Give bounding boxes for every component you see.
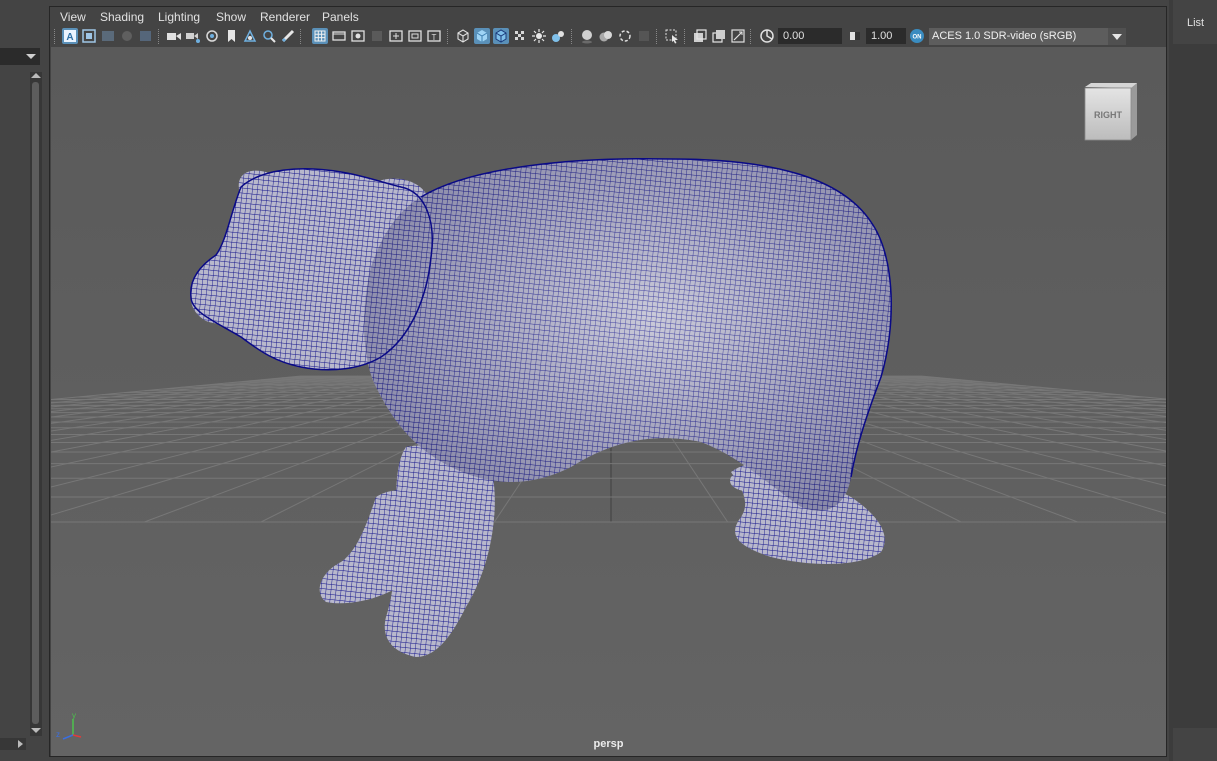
toolbar-separator bbox=[300, 29, 303, 44]
toolbar-separator bbox=[54, 29, 57, 44]
exposure-icon[interactable] bbox=[759, 28, 775, 44]
view-cube[interactable]: RIGHT bbox=[1084, 83, 1137, 141]
scroll-right-icon[interactable] bbox=[18, 740, 23, 748]
menu-shading[interactable]: Shading bbox=[100, 10, 144, 24]
viewport-scene: RIGHT y z bbox=[51, 47, 1166, 756]
anti-aliasing-icon[interactable] bbox=[636, 28, 652, 44]
color-space-value: ACES 1.0 SDR-video (sRGB) bbox=[932, 30, 1077, 42]
view-cube-label: RIGHT bbox=[1094, 110, 1123, 120]
film-gate-icon[interactable] bbox=[331, 28, 347, 44]
xray-joints-icon[interactable] bbox=[692, 28, 708, 44]
grid-icon[interactable] bbox=[312, 28, 328, 44]
grease-pencil-icon[interactable] bbox=[280, 28, 296, 44]
gamma-icon[interactable] bbox=[847, 28, 863, 44]
wireframe-on-shaded-icon[interactable] bbox=[493, 28, 509, 44]
toolbar-separator bbox=[684, 29, 687, 44]
backface-culling-icon[interactable] bbox=[730, 28, 746, 44]
list-tab[interactable]: List bbox=[1187, 17, 1204, 29]
viewport-panel: View Shading Lighting Show Renderer Pane… bbox=[49, 6, 1167, 757]
bookmark-flag-icon[interactable] bbox=[223, 28, 239, 44]
right-panel-footer bbox=[1173, 728, 1217, 761]
camera-icon[interactable] bbox=[166, 28, 182, 44]
scrollbar-thumb[interactable] bbox=[32, 82, 39, 724]
menu-renderer[interactable]: Renderer bbox=[260, 10, 310, 24]
xray-icon[interactable] bbox=[512, 28, 528, 44]
menu-lighting[interactable]: Lighting bbox=[158, 10, 200, 24]
pan-zoom-icon[interactable] bbox=[261, 28, 277, 44]
textured-icon[interactable] bbox=[531, 28, 547, 44]
svg-text:T: T bbox=[432, 33, 437, 42]
xray-active-components-icon[interactable] bbox=[711, 28, 727, 44]
resolution-gate-icon[interactable] bbox=[350, 28, 366, 44]
camera-lock-icon[interactable] bbox=[185, 28, 201, 44]
motion-blur-icon[interactable] bbox=[617, 28, 633, 44]
smooth-shade-icon[interactable] bbox=[474, 28, 490, 44]
color-management-icon[interactable]: ON bbox=[909, 28, 925, 44]
toolbar-separator bbox=[447, 29, 450, 44]
menu-show[interactable]: Show bbox=[216, 10, 246, 24]
panel-menubar: View Shading Lighting Show Renderer Pane… bbox=[50, 7, 1166, 27]
3d-viewport[interactable]: RIGHT y z persp bbox=[51, 47, 1166, 756]
select-camera-icon[interactable]: A bbox=[62, 28, 78, 44]
menu-panels[interactable]: Panels bbox=[322, 10, 359, 24]
chevron-down-icon bbox=[26, 54, 36, 59]
exposure-input[interactable]: 0.00 bbox=[778, 28, 842, 44]
shadows-icon[interactable] bbox=[579, 28, 595, 44]
scroll-up-icon[interactable] bbox=[31, 73, 41, 78]
color-space-select[interactable]: ACES 1.0 SDR-video (sRGB) bbox=[929, 28, 1126, 45]
svg-text:ON: ON bbox=[913, 35, 922, 41]
panel-dropdown[interactable] bbox=[0, 48, 40, 65]
field-chart-icon[interactable] bbox=[388, 28, 404, 44]
isolate-select-icon[interactable] bbox=[664, 28, 680, 44]
menu-view[interactable]: View bbox=[60, 10, 86, 24]
toolbar-separator bbox=[750, 29, 753, 44]
gamma-input[interactable]: 1.00 bbox=[866, 28, 906, 44]
channel-box-panel bbox=[0, 0, 46, 761]
panel-toolbar: A T 0.00 1.00 ON ACES 1.0 SDR-video (sRG… bbox=[50, 27, 1166, 47]
toolbar-separator bbox=[158, 29, 161, 44]
toolbar-separator bbox=[656, 29, 659, 44]
camera-name-label: persp bbox=[593, 738, 624, 750]
2d-pan-zoom-icon[interactable] bbox=[138, 28, 154, 44]
svg-text:A: A bbox=[66, 32, 73, 43]
chevron-down-icon bbox=[1112, 34, 1122, 40]
dropdown-arrow-box[interactable] bbox=[1108, 28, 1126, 45]
use-all-lights-icon[interactable] bbox=[550, 28, 566, 44]
gate-mask-icon[interactable] bbox=[369, 28, 385, 44]
axis-y-label: y bbox=[72, 711, 76, 720]
bookmark-icon[interactable] bbox=[100, 28, 116, 44]
right-side-panel: List bbox=[1169, 0, 1217, 761]
tumble-icon[interactable] bbox=[204, 28, 220, 44]
toolbar-separator bbox=[571, 29, 574, 44]
image-plane-icon[interactable] bbox=[119, 28, 135, 44]
camera-attributes-icon[interactable] bbox=[81, 28, 97, 44]
wireframe-icon[interactable] bbox=[455, 28, 471, 44]
image-plane-toggle-icon[interactable] bbox=[242, 28, 258, 44]
safe-title-icon[interactable]: T bbox=[426, 28, 442, 44]
safe-action-icon[interactable] bbox=[407, 28, 423, 44]
ambient-occlusion-icon[interactable] bbox=[598, 28, 614, 44]
scroll-down-icon[interactable] bbox=[31, 728, 41, 733]
